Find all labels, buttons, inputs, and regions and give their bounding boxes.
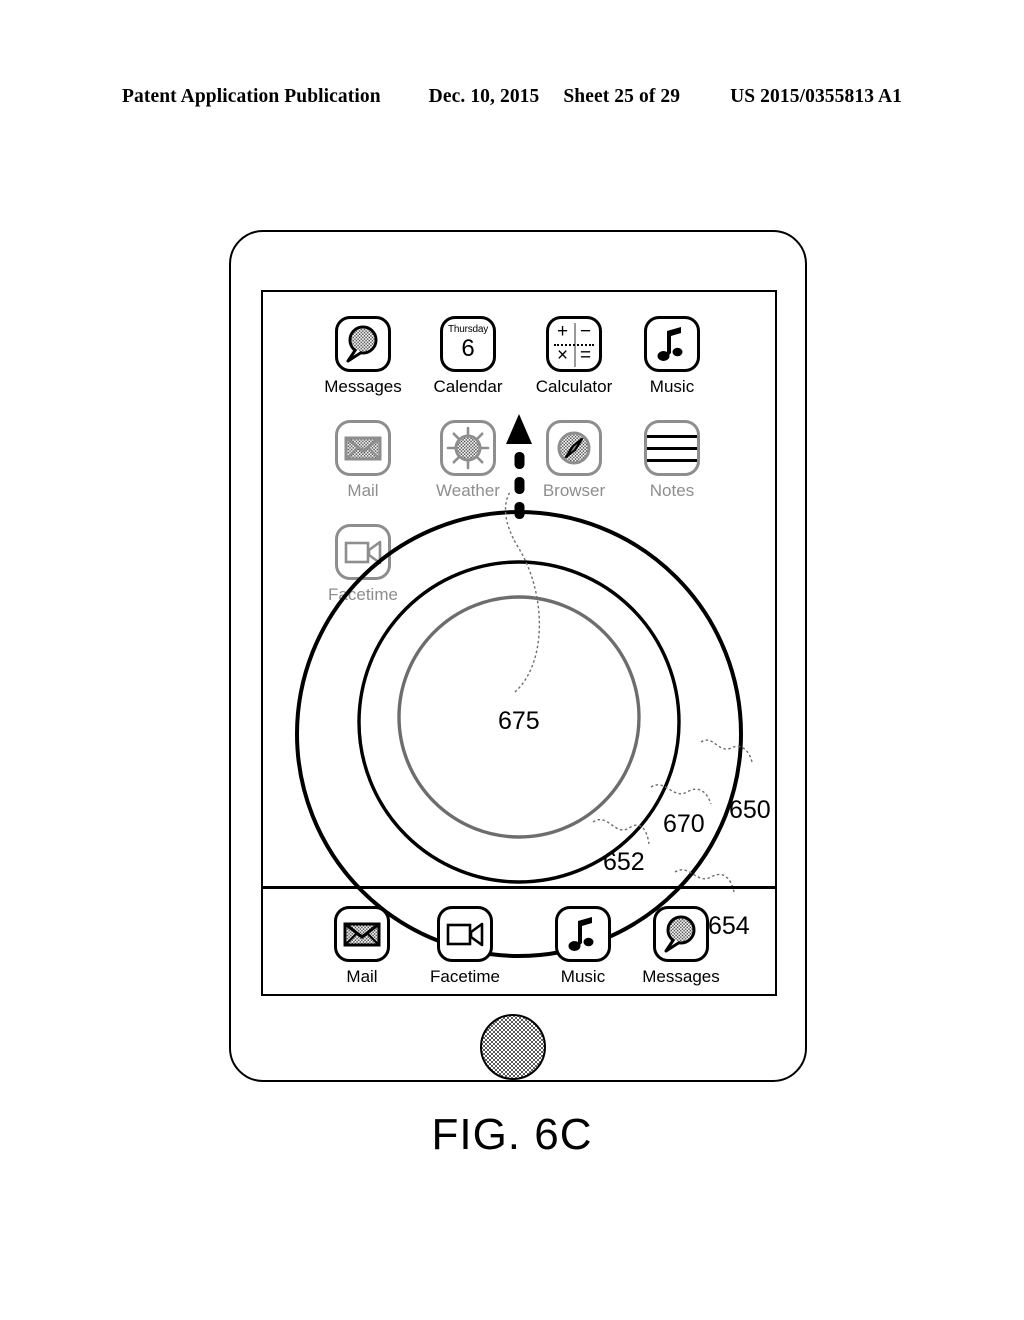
app-icon-music[interactable]: Music: [617, 316, 727, 396]
dock-label-music: Music: [560, 967, 606, 986]
app-label-calculator: Calculator: [535, 377, 613, 396]
music-icon: [644, 316, 700, 372]
dock-item-music[interactable]: Music: [528, 906, 638, 986]
header-publication-number: US 2015/0355813 A1: [730, 86, 902, 107]
calculator-equals-glyph: =: [579, 345, 592, 366]
browser-icon: [546, 420, 602, 476]
reference-numeral-675: 675: [498, 707, 540, 735]
home-button[interactable]: [480, 1014, 546, 1080]
home-screen-row-2: Mail Weather Browser Notes: [263, 420, 775, 516]
notes-icon: [644, 420, 700, 476]
notes-rule-line: [647, 459, 697, 462]
facetime-icon: [437, 906, 493, 962]
patent-page-header: Patent Application Publication Dec. 10, …: [0, 86, 1024, 108]
app-icon-calculator[interactable]: + − × = Calculator: [519, 316, 629, 396]
device-screen: Messages Thursday 6 Calendar + − × = Cal…: [261, 290, 777, 996]
leader-line-670: [650, 784, 712, 805]
home-screen-row-1: Messages Thursday 6 Calendar + − × = Cal…: [263, 316, 775, 412]
app-icon-weather[interactable]: Weather: [413, 420, 523, 500]
dock-bar: Mail Facetime Music Messages: [263, 906, 775, 994]
notes-rule-line: [647, 435, 697, 438]
header-sheet-text: Sheet 25 of 29: [563, 86, 681, 107]
figure-caption: FIG. 6C: [431, 1110, 593, 1159]
mobile-device-illustration: Messages Thursday 6 Calendar + − × = Cal…: [229, 230, 807, 1082]
calendar-icon: Thursday 6: [440, 316, 496, 372]
dock-item-facetime[interactable]: Facetime: [410, 906, 520, 986]
app-label-music: Music: [649, 377, 695, 396]
calculator-plus-glyph: +: [556, 321, 569, 342]
app-label-messages: Messages: [324, 377, 402, 396]
app-label-calendar: Calendar: [433, 377, 503, 396]
reference-numeral-650: 650: [729, 796, 771, 824]
app-icon-browser[interactable]: Browser: [519, 420, 629, 500]
app-label-facetime: Facetime: [328, 585, 398, 604]
app-icon-mail[interactable]: Mail: [308, 420, 418, 500]
app-icon-messages[interactable]: Messages: [308, 316, 418, 396]
dock-label-mail: Mail: [346, 967, 378, 986]
home-screen-row-3: Facetime: [263, 524, 775, 620]
dock-label-facetime: Facetime: [430, 967, 500, 986]
app-icon-facetime[interactable]: Facetime: [308, 524, 418, 604]
dock-item-mail[interactable]: Mail: [307, 906, 417, 986]
calendar-weekday: Thursday: [447, 324, 489, 335]
mail-icon: [335, 420, 391, 476]
notes-rule-line: [647, 447, 697, 450]
reference-numeral-670: 670: [663, 810, 705, 838]
messages-icon: [653, 906, 709, 962]
reference-numeral-652: 652: [603, 848, 645, 876]
app-label-weather: Weather: [436, 481, 500, 500]
app-label-mail: Mail: [347, 481, 379, 500]
app-icon-notes[interactable]: Notes: [617, 420, 727, 500]
music-icon: [555, 906, 611, 962]
leader-line-652: [592, 819, 650, 845]
leader-line-650: [700, 739, 753, 763]
facetime-icon: [335, 524, 391, 580]
app-icon-calendar[interactable]: Thursday 6 Calendar: [413, 316, 523, 396]
messages-icon: [335, 316, 391, 372]
dock-item-messages[interactable]: Messages: [626, 906, 736, 986]
app-label-notes: Notes: [649, 481, 695, 500]
mail-icon: [334, 906, 390, 962]
calculator-times-glyph: ×: [556, 345, 569, 366]
calendar-date-number: 6: [461, 335, 475, 362]
header-date-text: Dec. 10, 2015: [428, 86, 540, 107]
dock-label-messages: Messages: [642, 967, 720, 986]
leader-line-654: [674, 869, 735, 893]
app-label-browser: Browser: [542, 481, 606, 500]
calculator-icon: + − × =: [546, 316, 602, 372]
calculator-minus-glyph: −: [579, 321, 592, 342]
dock-divider-line: [263, 886, 775, 889]
header-publication-text: Patent Application Publication: [122, 86, 381, 107]
weather-icon: [440, 420, 496, 476]
